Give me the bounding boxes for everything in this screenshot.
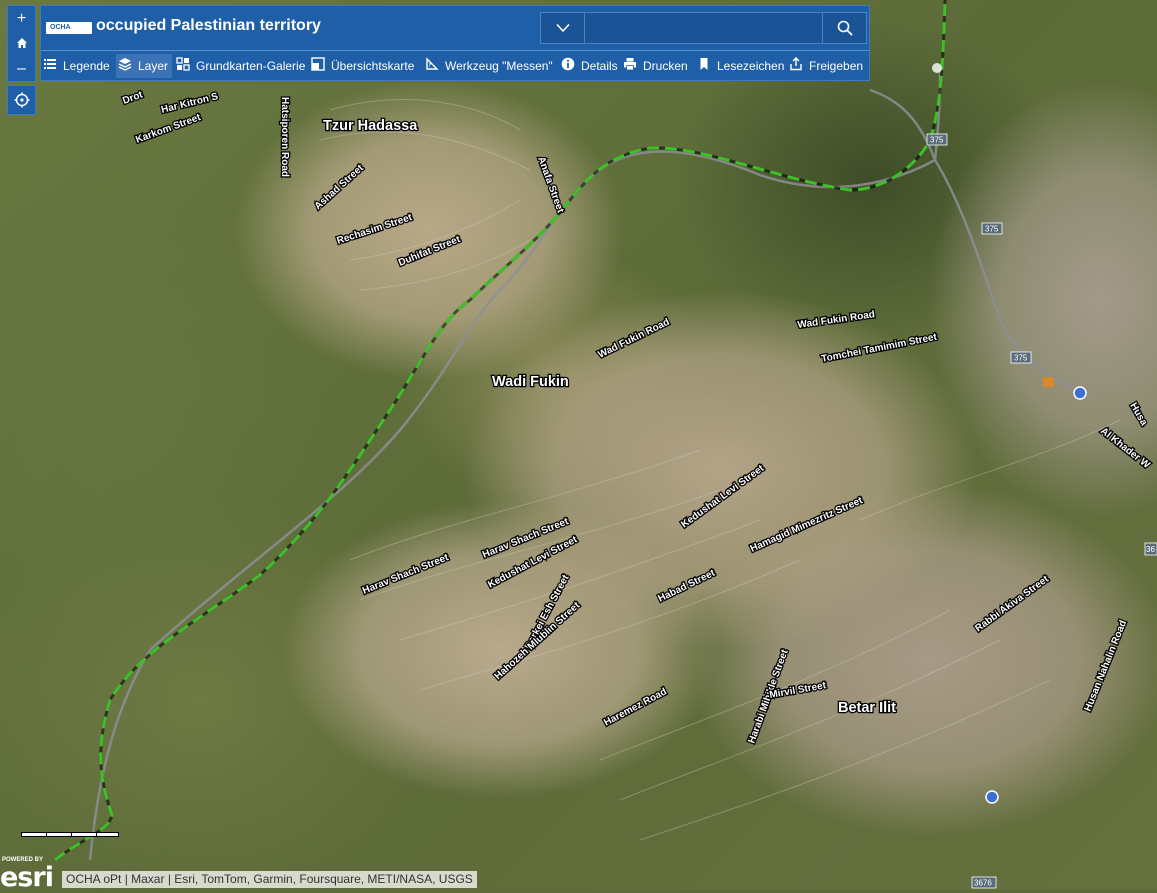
search-box bbox=[540, 12, 867, 44]
road-label: Wad Fukin Road bbox=[797, 309, 876, 331]
toolbar: Legende Layer Grundkarten-Galerie Übersi… bbox=[41, 50, 869, 81]
title-bar: OCHA occupied Palestinian territory bbox=[41, 6, 869, 49]
poi-marker-icon[interactable] bbox=[985, 790, 999, 804]
tool-basemap-gallery[interactable]: Grundkarten-Galerie bbox=[174, 54, 309, 78]
tool-label: Grundkarten-Galerie bbox=[196, 59, 306, 73]
road-label: Hamagid Mimezritz Street bbox=[749, 495, 865, 555]
list-icon bbox=[44, 59, 56, 69]
home-button[interactable] bbox=[8, 31, 35, 56]
svg-text:375: 375 bbox=[985, 225, 999, 234]
road-label: Wad Fukin Road bbox=[596, 317, 671, 361]
road-label: Husa bbox=[1127, 401, 1149, 428]
esri-logo[interactable]: esri bbox=[0, 862, 54, 893]
route-shield: 375 bbox=[981, 222, 1003, 235]
search-input[interactable] bbox=[586, 13, 822, 43]
road-label: Hahozeh Mlublin Street bbox=[493, 600, 583, 683]
road-label: Karkom Street bbox=[134, 112, 203, 146]
tool-details[interactable]: Details bbox=[559, 54, 622, 78]
map-attribution[interactable]: OCHA oPt | Maxar | Esri, TomTom, Garmin,… bbox=[62, 871, 477, 888]
road-label: Al Khader W bbox=[1098, 426, 1152, 472]
road-label: Duhifat Street bbox=[397, 234, 463, 269]
route-shield: 375 bbox=[926, 133, 948, 146]
search-source-dropdown[interactable] bbox=[541, 13, 585, 43]
tool-label: Werkzeug "Messen" bbox=[445, 59, 553, 73]
tool-bookmarks[interactable]: Lesezeichen bbox=[695, 54, 788, 78]
road-label: Haremez Road bbox=[602, 686, 669, 728]
tool-overview-map[interactable]: Übersichtskarte bbox=[309, 54, 418, 78]
locate-icon bbox=[14, 92, 29, 108]
poi-marker-icon bbox=[932, 63, 942, 73]
app-title: occupied Palestinian territory bbox=[96, 17, 321, 34]
tool-print[interactable]: Drucken bbox=[621, 54, 692, 78]
road-label: Drot bbox=[121, 89, 145, 107]
poi-marker-icon[interactable] bbox=[1043, 377, 1054, 387]
tool-label: Übersichtskarte bbox=[331, 59, 415, 73]
search-button[interactable] bbox=[822, 13, 866, 43]
route-shield: 3676 bbox=[971, 876, 997, 889]
svg-text:375: 375 bbox=[1014, 354, 1028, 363]
road-label: Habad Street bbox=[656, 567, 717, 604]
basemap-gallery-icon bbox=[176, 57, 190, 71]
tool-layer[interactable]: Layer bbox=[116, 54, 173, 78]
poi-marker-icon[interactable] bbox=[1073, 386, 1087, 400]
route-shield: 36 bbox=[1144, 542, 1157, 556]
road-label: Husan Nahalin Road bbox=[1083, 619, 1130, 713]
bookmark-icon bbox=[700, 58, 708, 70]
place-label-betar-ilit: Betar Ilit bbox=[838, 700, 896, 716]
chevron-down-icon bbox=[556, 23, 570, 33]
svg-text:3676: 3676 bbox=[974, 879, 992, 888]
info-icon bbox=[561, 57, 575, 71]
scale-bar bbox=[21, 832, 119, 837]
print-icon bbox=[624, 58, 636, 71]
tool-share[interactable]: Freigeben bbox=[787, 54, 867, 78]
tool-label: Lesezeichen bbox=[717, 59, 785, 73]
zoom-controls: + – bbox=[7, 5, 36, 82]
svg-text:36: 36 bbox=[1146, 545, 1155, 554]
place-label-tzur-hadassa: Tzur Hadassa bbox=[323, 118, 418, 134]
home-icon bbox=[16, 38, 27, 48]
road-label: Har Kitron S bbox=[160, 91, 220, 116]
overview-map-icon bbox=[311, 57, 325, 71]
svg-text:375: 375 bbox=[930, 136, 944, 145]
route-shield: 375 bbox=[1010, 351, 1032, 364]
zoom-in-button[interactable]: + bbox=[8, 6, 35, 31]
app-header: OCHA occupied Palestinian territory Lege… bbox=[40, 5, 870, 81]
road-label: Kedushat Levi Street bbox=[679, 463, 766, 531]
place-label-wadi-fukin: Wadi Fukin bbox=[492, 374, 569, 390]
road-label: Hatsiporen Road bbox=[279, 97, 290, 177]
locate-button[interactable] bbox=[7, 85, 36, 115]
search-icon bbox=[837, 20, 853, 36]
layers-icon bbox=[118, 58, 132, 71]
zoom-out-button[interactable]: – bbox=[8, 56, 35, 81]
map-view[interactable]: Tzur Hadassa Wadi Fukin Betar Ilit Har K… bbox=[0, 0, 1157, 890]
road-label: Tomchei Tamimim Street bbox=[820, 332, 938, 365]
tool-legend[interactable]: Legende bbox=[41, 54, 114, 78]
road-label: Anafa Street bbox=[535, 155, 566, 215]
tool-measure[interactable]: Werkzeug "Messen" bbox=[423, 54, 557, 78]
road-label: Rechasim Street bbox=[336, 212, 415, 247]
road-label: Ashad Street bbox=[313, 162, 367, 212]
road-label: Rabbi Akiva Street bbox=[973, 573, 1051, 634]
measure-icon bbox=[426, 57, 439, 70]
ocha-logo: OCHA bbox=[46, 22, 92, 34]
map-overlay: Tzur Hadassa Wadi Fukin Betar Ilit Har K… bbox=[54, 0, 1157, 889]
share-icon bbox=[790, 57, 802, 71]
green-line-boundary bbox=[54, 0, 947, 862]
